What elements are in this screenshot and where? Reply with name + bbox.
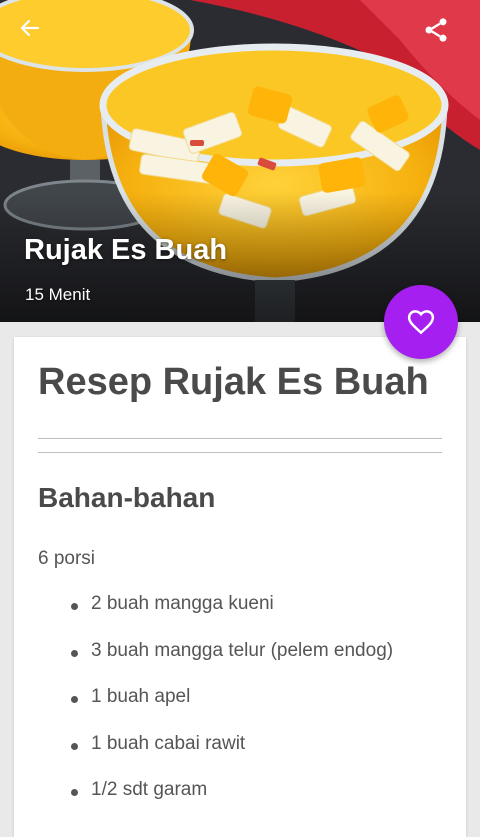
bullet-icon bbox=[71, 789, 78, 796]
ingredient-text: 3 buah mangga telur (pelem endog) bbox=[91, 639, 394, 661]
favorite-button[interactable] bbox=[384, 285, 458, 359]
cooking-duration: 15 Menit bbox=[25, 285, 91, 304]
recipe-hero-image: Rujak Es Buah 15 Menit bbox=[0, 0, 480, 322]
ingredient-text: 1 buah cabai rawit bbox=[91, 732, 246, 754]
divider bbox=[38, 438, 442, 439]
arrow-left-icon bbox=[20, 19, 40, 37]
bullet-icon bbox=[71, 649, 78, 657]
recipe-title: Resep Rujak Es Buah bbox=[38, 361, 429, 403]
bullet-icon bbox=[71, 603, 78, 610]
ingredient-text: 2 buah mangga kueni bbox=[91, 593, 274, 614]
heart-outline-icon bbox=[407, 310, 435, 335]
bullet-icon bbox=[71, 696, 78, 703]
ingredients-heading: Bahan-bahan bbox=[38, 482, 216, 513]
hero-title: Rujak Es Buah bbox=[24, 234, 228, 266]
ingredient-text: 1/2 sdt garam bbox=[91, 779, 208, 800]
servings-label: 6 porsi bbox=[38, 548, 96, 569]
back-button[interactable] bbox=[18, 16, 58, 56]
bullet-icon bbox=[71, 742, 78, 750]
ingredient-text: 1 buah apel bbox=[91, 686, 191, 707]
share-icon bbox=[425, 18, 447, 42]
share-button[interactable] bbox=[422, 16, 462, 56]
divider bbox=[38, 452, 442, 453]
recipe-card: Resep Rujak Es Buah Bahan-bahan 6 porsi … bbox=[14, 337, 466, 837]
